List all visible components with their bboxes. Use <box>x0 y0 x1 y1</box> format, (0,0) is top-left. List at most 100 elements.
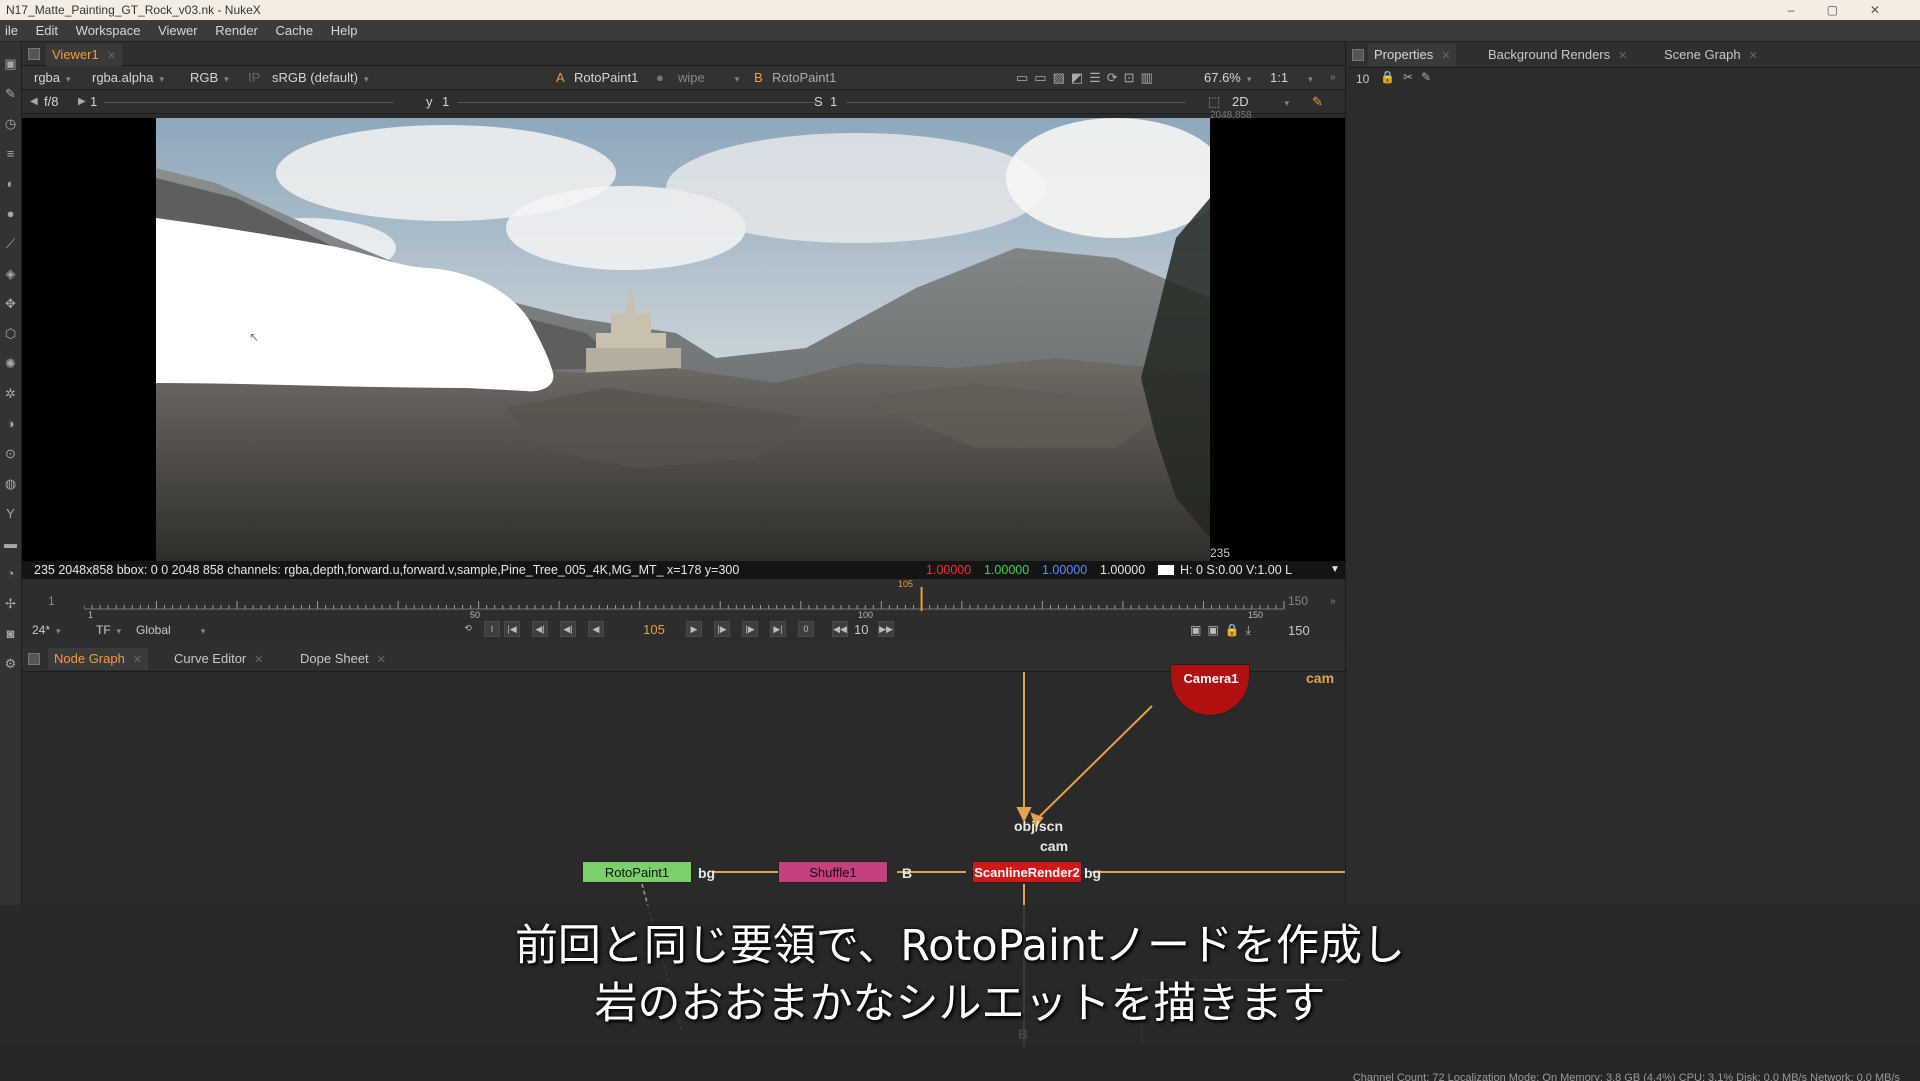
fstop-value[interactable]: f/8 <box>44 90 58 114</box>
gamma-slider[interactable] <box>458 102 818 103</box>
viewer-tool-icons[interactable]: ▭▭▨◩☰⟳⊡▥ <box>1016 66 1159 90</box>
frame-ruler[interactable] <box>84 587 1286 617</box>
time-icon[interactable]: ◷ <box>3 116 18 131</box>
deep-icon[interactable]: ✲ <box>3 386 18 401</box>
out-point-button[interactable]: 0 <box>798 621 814 637</box>
particles-icon[interactable]: ✺ <box>3 356 18 371</box>
in-point-button[interactable]: I <box>484 621 500 637</box>
image-icon[interactable]: ▣ <box>3 56 18 71</box>
scope-select[interactable]: Global ▾ <box>136 623 205 637</box>
bg-label-roto: bg <box>698 865 716 881</box>
status-bar: Channel Count: 72 Localization Mode: On … <box>0 1046 1920 1081</box>
panel-menu-icon[interactable] <box>28 48 40 60</box>
input-a-select[interactable]: RotoPaint1 <box>574 66 638 90</box>
scanline-render-node[interactable]: ScanlineRender2 <box>972 861 1082 883</box>
settings-icon[interactable]: ⚙ <box>3 656 18 671</box>
transform-icon[interactable]: ✥ <box>3 296 18 311</box>
tab-dope-sheet[interactable]: Dope Sheet ✕ <box>294 648 392 670</box>
draw-icon[interactable]: ✎ <box>3 86 18 101</box>
menu-file[interactable]: ile <box>0 20 27 42</box>
info-dropdown-icon[interactable]: ▼ <box>1330 561 1340 579</box>
plugins-icon[interactable]: ✢ <box>3 596 18 611</box>
menu-render[interactable]: Render <box>210 20 267 42</box>
channels-select[interactable]: rgba ▾ <box>34 66 71 90</box>
tab-viewer1[interactable]: Viewer1 ✕ <box>46 44 122 66</box>
filter-icon[interactable]: ● <box>3 206 18 221</box>
shuffle-node[interactable]: Shuffle1 <box>778 861 888 883</box>
prev-key-button[interactable]: ◀| <box>532 621 548 637</box>
properties-tool-icons[interactable]: 🔒✂✎ <box>1380 70 1439 84</box>
display-channel-select[interactable]: RGB ▾ <box>190 66 229 90</box>
paint-icon[interactable]: ✎ <box>1312 90 1323 114</box>
tab-node-graph[interactable]: Node Graph ✕ <box>48 648 149 670</box>
pixel-info: 235 2048x858 bbox: 0 0 2048 858 channels… <box>34 563 740 577</box>
menu-cache[interactable]: Cache <box>271 20 323 42</box>
wipe-select[interactable]: wipe ▾ <box>678 66 739 90</box>
prev-frame-button[interactable]: ◀| <box>560 621 576 637</box>
ocula-icon[interactable]: ◔ <box>3 566 18 581</box>
gizmo-icon[interactable]: ◙ <box>3 626 18 641</box>
saturation-slider[interactable] <box>846 102 1186 103</box>
menu-help[interactable]: Help <box>326 20 367 42</box>
tab-background-renders[interactable]: Background Renders ✕ <box>1482 44 1633 66</box>
expand-icon[interactable]: » <box>1330 66 1336 90</box>
toolsets-icon[interactable]: ◍ <box>3 476 18 491</box>
ip-toggle[interactable]: IP <box>248 66 260 90</box>
other-icon[interactable]: Y <box>3 506 18 521</box>
next-frame-button[interactable]: |▶ <box>714 621 730 637</box>
subtitle-line-2: 岩のおおまかなシルエットを描きます <box>594 979 1326 1029</box>
3d-icon[interactable]: ⬡ <box>3 326 18 341</box>
loop-icon[interactable]: ⟲ <box>460 621 476 637</box>
proxy-ratio-select[interactable]: 1:1 ▾ <box>1270 66 1313 90</box>
tf-select[interactable]: TF ▾ <box>96 623 121 637</box>
timeline-end[interactable]: 150 <box>1288 594 1308 608</box>
node-tab-bar: Node Graph ✕ Curve Editor ✕ Dope Sheet ✕ <box>22 646 1345 672</box>
views-icon[interactable]: ◑ <box>3 416 18 431</box>
panel-menu-icon[interactable] <box>28 653 40 665</box>
fstop-right-arrow-icon[interactable]: ▶ <box>78 90 86 114</box>
panel-menu-icon[interactable] <box>1352 49 1364 61</box>
fps-select[interactable]: 24* ▾ <box>32 623 61 637</box>
timeline-start[interactable]: 1 <box>48 594 55 608</box>
menu-edit[interactable]: Edit <box>31 20 67 42</box>
gain-value[interactable]: 1 <box>90 90 97 114</box>
menu-viewer[interactable]: Viewer <box>153 20 207 42</box>
alpha-select[interactable]: rgba.alpha ▾ <box>92 66 164 90</box>
skip-forward-button[interactable]: ▶▶ <box>878 621 894 637</box>
gamma-value[interactable]: 1 <box>442 90 449 114</box>
fstop-left-arrow-icon[interactable]: ◀ <box>30 90 38 114</box>
lut-select[interactable]: sRGB (default) ▾ <box>272 66 369 90</box>
keyer-icon[interactable]: ⟋ <box>3 236 18 251</box>
merge-icon[interactable]: ◈ <box>3 266 18 281</box>
increment-field[interactable]: 10 <box>854 622 868 637</box>
zoom-select[interactable]: 67.6% ▾ <box>1204 66 1251 90</box>
timeline-expand-icon[interactable]: » <box>1330 596 1336 607</box>
menu-workspace[interactable]: Workspace <box>71 20 150 42</box>
tab-curve-editor[interactable]: Curve Editor ✕ <box>168 648 269 670</box>
play-forward-button[interactable]: ▶ <box>686 621 702 637</box>
ruler-tick-50: 50 <box>470 610 481 620</box>
first-frame-button[interactable]: |◀ <box>504 621 520 637</box>
input-b-select[interactable]: RotoPaint1 <box>772 66 836 90</box>
channel-icon[interactable]: ≡ <box>3 146 18 161</box>
window-controls[interactable]: –▢✕ <box>1788 0 1912 20</box>
metadata-icon[interactable]: ⊙ <box>3 446 18 461</box>
tab-scene-graph[interactable]: Scene Graph ✕ <box>1658 44 1764 66</box>
color-icon[interactable]: ◐ <box>3 176 18 191</box>
tab-properties[interactable]: Properties ✕ <box>1368 44 1457 66</box>
max-panels-field[interactable]: 10 <box>1356 72 1369 86</box>
play-backward-button[interactable]: ◀ <box>588 621 604 637</box>
skip-back-button[interactable]: ◀◀ <box>832 621 848 637</box>
furnace-icon[interactable]: ▬ <box>3 536 18 551</box>
close-icon[interactable]: ✕ <box>107 50 116 62</box>
plate-image[interactable]: ↖ <box>156 118 1210 561</box>
gain-slider[interactable] <box>104 102 394 103</box>
playback-options-icons[interactable]: ▣▣🔒⤓ <box>1190 623 1257 638</box>
out-frame-field[interactable]: 150 <box>1288 623 1310 638</box>
rotopaint-node[interactable]: RotoPaint1 <box>582 861 692 883</box>
saturation-value[interactable]: 1 <box>830 90 837 114</box>
last-frame-button[interactable]: ▶| <box>770 621 786 637</box>
next-key-button[interactable]: |▶ <box>742 621 758 637</box>
current-frame-field[interactable]: 105 <box>626 622 682 637</box>
viewport[interactable]: ↖ 2048,858 235 <box>22 110 1345 561</box>
